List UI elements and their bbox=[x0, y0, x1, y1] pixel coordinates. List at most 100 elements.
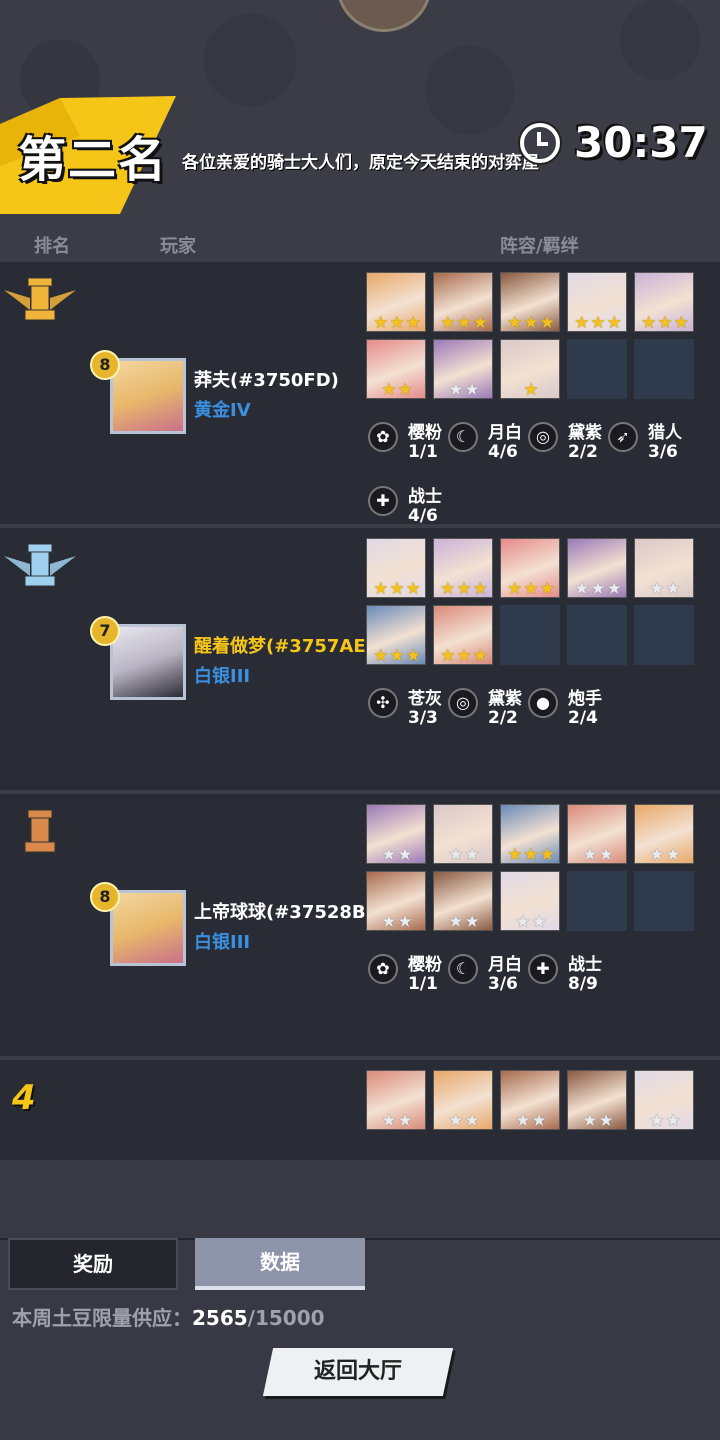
ash-icon: ✣ bbox=[368, 688, 398, 718]
unit-stars: ★ ★ bbox=[367, 845, 427, 865]
sakura-icon: ✿ bbox=[368, 422, 398, 452]
column-header-player: 玩家 bbox=[160, 236, 196, 257]
star-icon: ★ bbox=[456, 579, 472, 599]
unit-stars: ★ ★ bbox=[367, 380, 427, 400]
unit-portrait[interactable]: ★ ★ bbox=[433, 804, 493, 865]
ranking-row[interactable]: 8 莽夫(#3750FD) 黄金IV ★ ★ ★ ★ ★ ★ ★ ★ ★ ★ ★ ★ ★ ★ ★ ★ ★ ★ ★ ★ ✿ 樱粉 1… bbox=[0, 262, 720, 526]
unit-portrait[interactable]: ★ ★ bbox=[567, 804, 627, 865]
player-avatar[interactable] bbox=[110, 624, 186, 700]
empty-unit-slot bbox=[567, 605, 627, 665]
unit-portrait[interactable]: ★ ★ ★ bbox=[433, 605, 493, 666]
trait-count: 3/6 bbox=[648, 442, 678, 462]
unit-portrait[interactable]: ★ ★ ★ bbox=[634, 272, 694, 333]
ranking-row[interactable]: 8 上帝球球(#37528B) 白银III ★ ★ ★ ★ ★ ★ ★ ★ ★ ★ ★ ★ ★ ★ ★ ★ ★ ✿ 樱粉 1… bbox=[0, 794, 720, 1056]
unit-portrait[interactable]: ★ ★ ★ bbox=[366, 272, 426, 333]
star-icon: ★ bbox=[523, 313, 539, 333]
empty-unit-slot bbox=[634, 871, 694, 931]
tab-rewards[interactable]: 奖励 bbox=[8, 1238, 178, 1290]
star-icon: ★ bbox=[381, 912, 397, 932]
empty-unit-slot bbox=[634, 339, 694, 399]
column-header-rank: 排名 bbox=[34, 236, 70, 257]
level-badge: 8 bbox=[90, 882, 120, 912]
unit-portrait[interactable]: ★ ★ bbox=[366, 1070, 426, 1131]
moon-icon: ☾ bbox=[448, 422, 478, 452]
sakura-icon: ✿ bbox=[368, 954, 398, 984]
unit-stars: ★ ★ bbox=[434, 380, 494, 400]
trait-bow[interactable]: ➶ 猎人 3/6 bbox=[608, 418, 718, 466]
star-icon: ★ bbox=[531, 912, 547, 932]
trait-name: 樱粉 bbox=[408, 955, 442, 975]
unit-portrait[interactable]: ★ ★ bbox=[500, 871, 561, 932]
unit-portrait[interactable]: ★ ★ ★ bbox=[433, 272, 493, 333]
unit-portrait[interactable]: ★ ★ ★ bbox=[433, 538, 493, 599]
unit-portrait[interactable]: ★ ★ ★ bbox=[567, 538, 627, 599]
level-badge: 7 bbox=[90, 616, 120, 646]
unit-stars: ★ ★ bbox=[501, 912, 561, 932]
unit-portrait[interactable]: ★ ★ bbox=[634, 538, 695, 599]
star-icon: ★ bbox=[381, 380, 397, 400]
star-icon: ★ bbox=[539, 579, 555, 599]
unit-portrait[interactable]: ★ ★ ★ bbox=[366, 538, 427, 599]
supply-total: /15000 bbox=[247, 1306, 325, 1330]
ranking-row[interactable]: 7 醒着做梦(#3757AE) 白银III ★ ★ ★ ★ ★ ★ ★ ★ ★ ★ ★ ★ ★ ★ ★ ★ ★ ★ ★ ★ ✣… bbox=[0, 528, 720, 790]
trait-name: 黛紫 bbox=[568, 423, 602, 443]
star-icon: ★ bbox=[641, 313, 657, 333]
column-header-lineup: 阵容/羁绊 bbox=[500, 236, 579, 257]
unit-portrait[interactable]: ★ ★ bbox=[366, 804, 427, 865]
trait-name: 月白 bbox=[488, 423, 522, 443]
unit-portrait[interactable]: ★ ★ ★ bbox=[500, 804, 560, 865]
player-name[interactable]: 上帝球球(#37528B) bbox=[194, 898, 366, 924]
unit-portrait[interactable]: ★ ★ bbox=[500, 1070, 561, 1131]
empty-unit-slot bbox=[567, 339, 627, 399]
empty-unit-slot bbox=[634, 605, 694, 665]
trait-name: 樱粉 bbox=[408, 423, 442, 443]
unit-portrait[interactable]: ★ ★ bbox=[433, 1070, 493, 1131]
unit-portrait[interactable]: ★ ★ bbox=[366, 339, 427, 400]
player-avatar[interactable] bbox=[110, 358, 186, 434]
unit-stars: ★ ★ ★ bbox=[367, 579, 427, 599]
trait-name: 苍灰 bbox=[408, 689, 442, 709]
star-icon: ★ bbox=[397, 845, 413, 865]
trait-count: 8/9 bbox=[568, 974, 598, 994]
back-to-lobby-button[interactable]: 返回大厅 bbox=[262, 1348, 454, 1396]
star-icon: ★ bbox=[456, 646, 472, 666]
unit-portrait[interactable]: ★ ★ ★ bbox=[366, 605, 426, 666]
clock-icon bbox=[520, 122, 560, 163]
player-avatar[interactable] bbox=[110, 890, 186, 966]
unit-portrait[interactable]: ★ ★ bbox=[366, 871, 426, 932]
unit-portrait[interactable]: ★ ★ ★ bbox=[567, 272, 627, 333]
player-tier: 黄金IV bbox=[194, 400, 251, 421]
player-name[interactable]: 醒着做梦(#3757AE) bbox=[194, 632, 366, 658]
unit-stars: ★ ★ bbox=[501, 1111, 561, 1131]
trait-warrior[interactable]: ✚ 战士 8/9 bbox=[528, 950, 638, 998]
star-icon: ★ bbox=[665, 579, 681, 599]
star-icon: ★ bbox=[515, 912, 531, 932]
unit-portrait[interactable]: ★ ★ ★ bbox=[500, 538, 560, 599]
star-icon: ★ bbox=[440, 313, 456, 333]
player-name[interactable]: 莽夫(#3750FD) bbox=[194, 366, 366, 392]
unit-portrait[interactable]: ★ ★ bbox=[634, 1070, 694, 1131]
tab-data[interactable]: 数据 bbox=[195, 1238, 365, 1290]
bow-icon: ➶ bbox=[608, 422, 638, 452]
ranking-row[interactable]: 4 ★ ★ ★ ★ ★ ★ ★ ★ ★ ★ bbox=[0, 1060, 720, 1160]
unit-portrait[interactable]: ★ ★ bbox=[634, 804, 694, 865]
star-icon: ★ bbox=[464, 1111, 480, 1131]
star-icon: ★ bbox=[523, 380, 539, 400]
star-icon: ★ bbox=[464, 380, 480, 400]
trait-count: 3/3 bbox=[408, 708, 438, 728]
unit-portrait[interactable]: ★ ★ ★ bbox=[500, 272, 560, 333]
unit-portrait[interactable]: ★ ★ bbox=[433, 339, 494, 400]
player-tier: 白银III bbox=[194, 932, 251, 953]
star-icon: ★ bbox=[464, 845, 480, 865]
star-icon: ★ bbox=[523, 845, 539, 865]
unit-portrait[interactable]: ★ bbox=[500, 339, 560, 400]
supply-current: 2565 bbox=[192, 1306, 248, 1330]
unit-portrait[interactable]: ★ ★ bbox=[433, 871, 494, 932]
star-icon: ★ bbox=[539, 845, 555, 865]
star-icon: ★ bbox=[456, 313, 472, 333]
unit-stars: ★ ★ bbox=[635, 579, 695, 599]
trait-cannon[interactable]: ● 炮手 2/4 bbox=[528, 684, 638, 732]
unit-portrait[interactable]: ★ ★ bbox=[567, 1070, 627, 1131]
trait-warrior[interactable]: ✚ 战士 4/6 bbox=[368, 482, 478, 530]
unit-stars: ★ ★ bbox=[434, 912, 494, 932]
